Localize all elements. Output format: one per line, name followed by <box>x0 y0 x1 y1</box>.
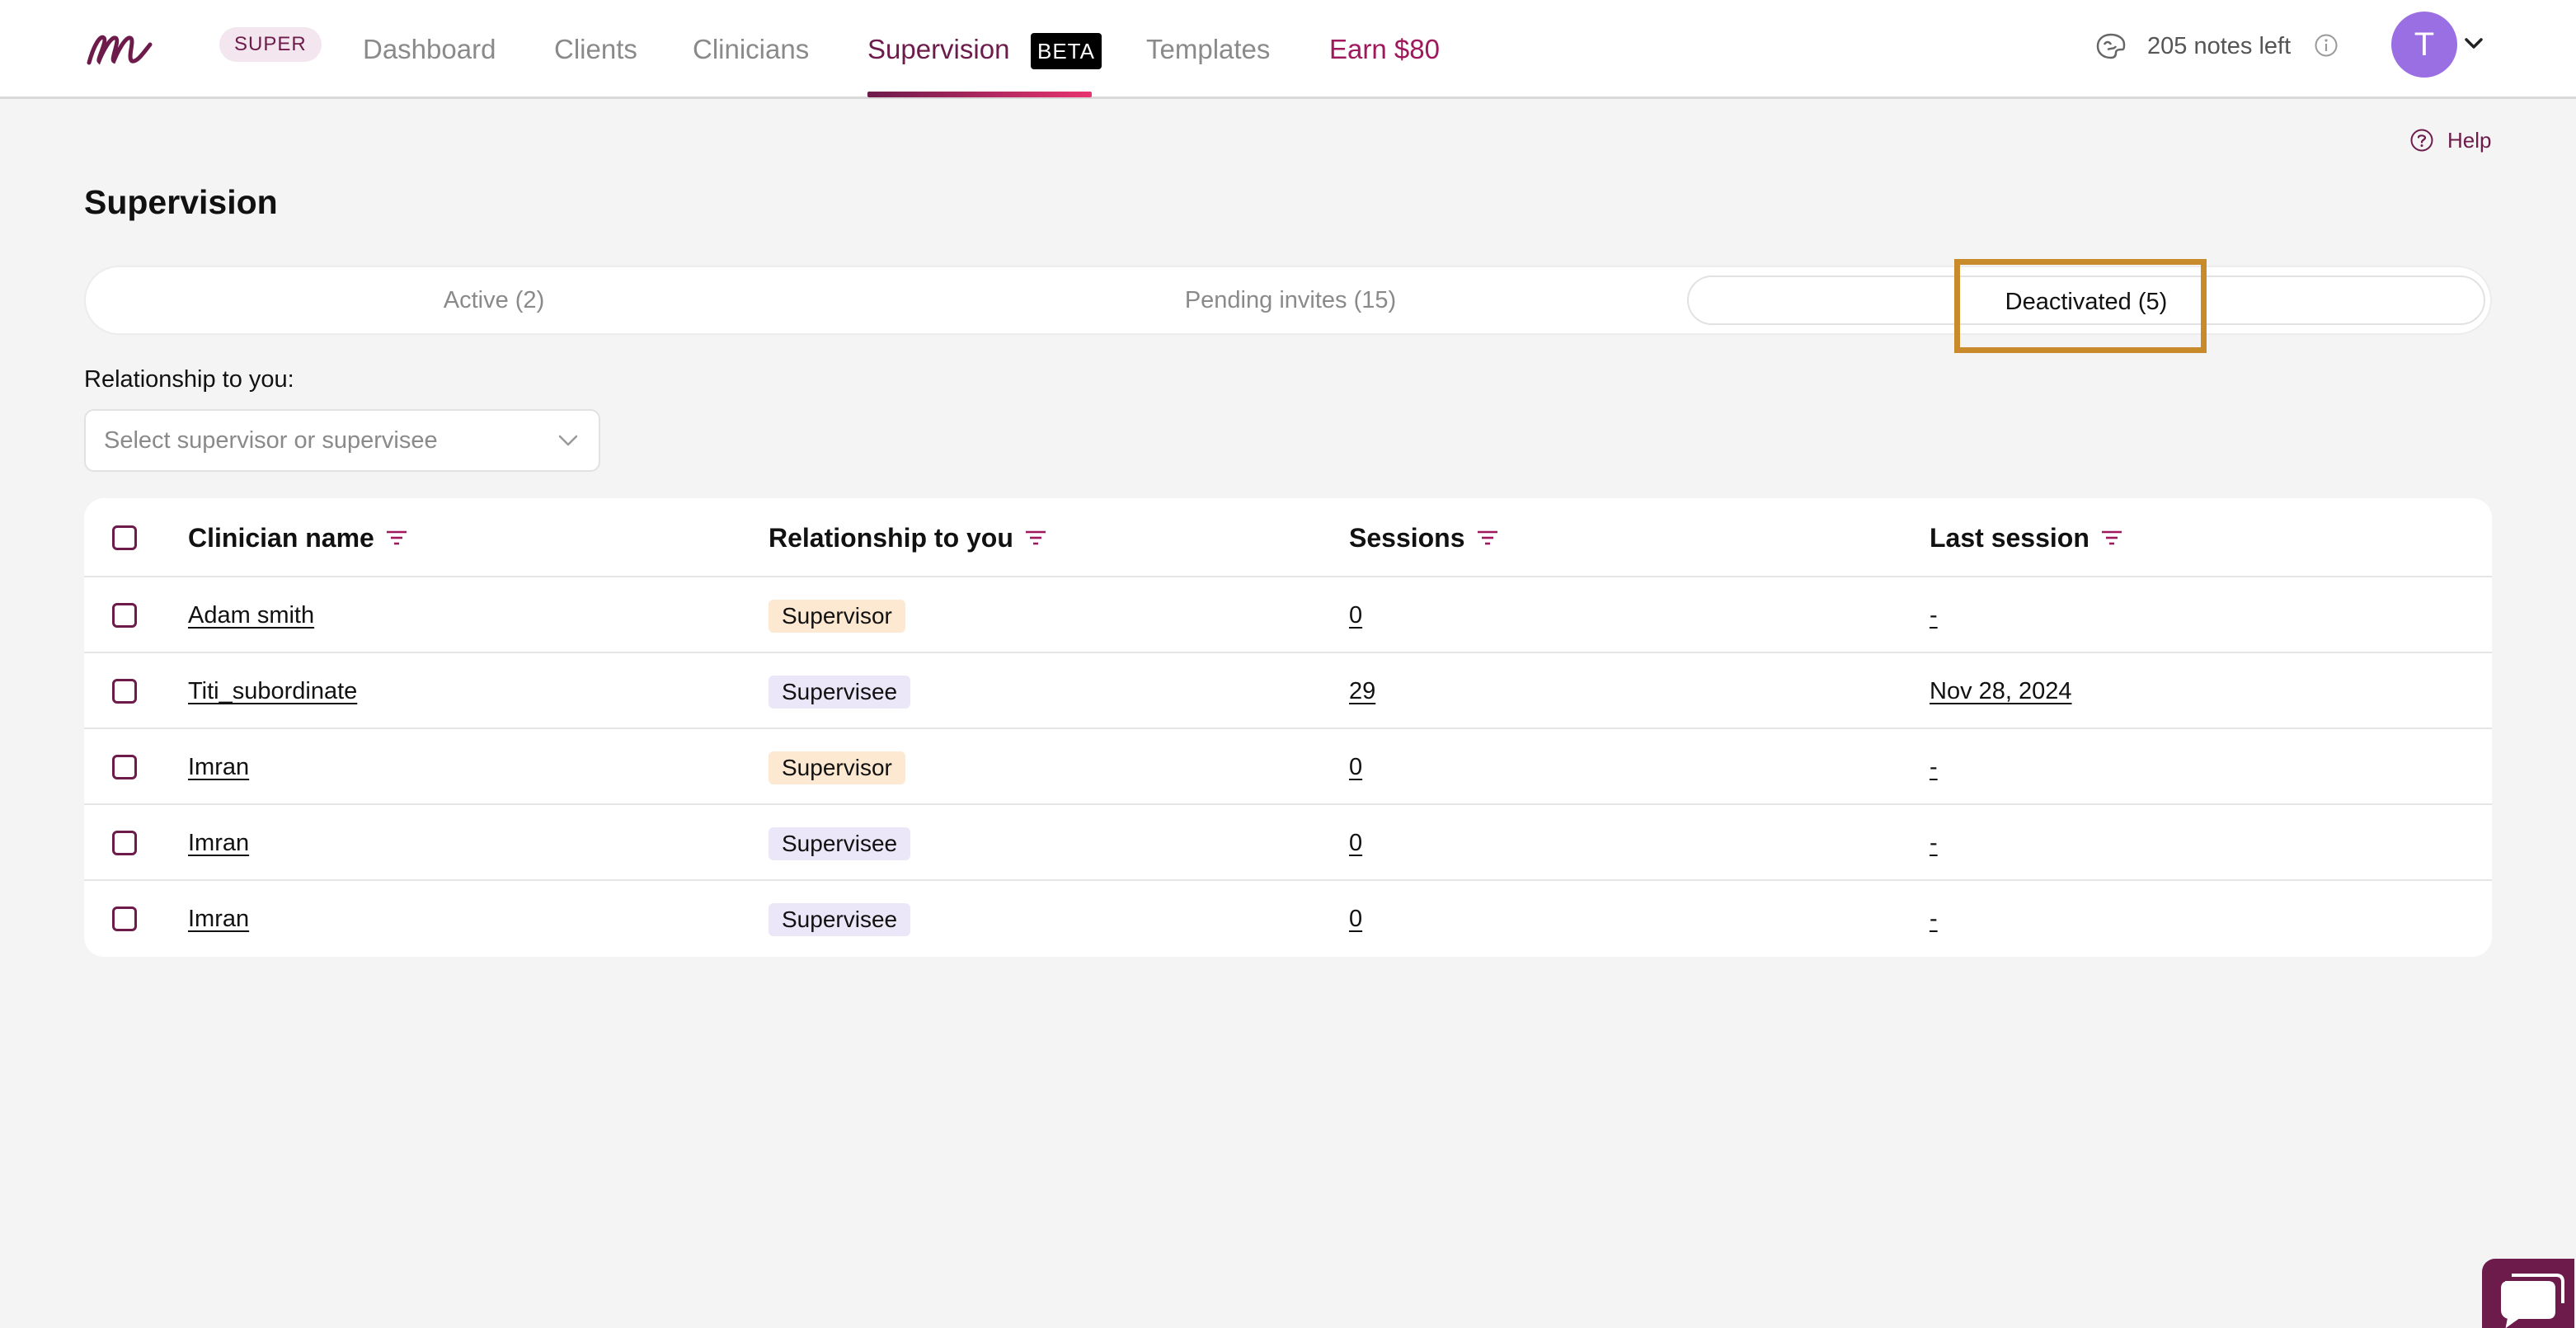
nav-dashboard[interactable]: Dashboard <box>363 0 496 99</box>
sort-icon[interactable] <box>1475 529 1500 547</box>
relationship-select[interactable]: Select supervisor or supervisee <box>84 409 600 472</box>
clinician-name-link[interactable]: Adam smith <box>188 577 314 653</box>
relationship-badge: Supervisee <box>769 676 911 709</box>
sort-icon[interactable] <box>384 529 409 547</box>
sessions-link[interactable]: 0 <box>1349 805 1362 881</box>
last-session-link[interactable]: - <box>1930 881 1938 957</box>
last-session-link[interactable]: - <box>1930 577 1938 653</box>
chevron-down-icon[interactable] <box>2464 35 2484 51</box>
sessions-link[interactable]: 0 <box>1349 729 1362 805</box>
nav-clients[interactable]: Clients <box>554 0 637 99</box>
table-row: Imran Supervisor 0 - <box>84 729 2492 805</box>
sessions-link[interactable]: 0 <box>1349 577 1362 653</box>
table-row: Adam smith Supervisor 0 - <box>84 577 2492 653</box>
clinicians-table: Clinician name Relationship to you Sessi… <box>84 498 2492 957</box>
chevron-down-icon <box>558 435 578 446</box>
row-checkbox[interactable] <box>112 907 137 931</box>
tab-pending-invites[interactable]: Pending invites (15) <box>891 275 1690 325</box>
column-relationship[interactable]: Relationship to you <box>769 498 1048 577</box>
sessions-link[interactable]: 0 <box>1349 881 1362 957</box>
tab-active[interactable]: Active (2) <box>94 275 894 325</box>
column-label: Relationship to you <box>769 523 1013 553</box>
notes-icon <box>2096 33 2126 59</box>
help-link[interactable]: Help <box>2409 125 2491 155</box>
chat-icon <box>2501 1274 2564 1328</box>
sort-icon[interactable] <box>1023 529 1048 547</box>
logo-icon[interactable] <box>86 20 155 69</box>
clinician-name-link[interactable]: Imran <box>188 805 249 881</box>
nav-templates[interactable]: Templates <box>1146 0 1270 99</box>
top-navigation: SUPER Dashboard Clients Clinicians Super… <box>0 0 2576 99</box>
avatar[interactable]: T <box>2391 12 2457 78</box>
column-label: Sessions <box>1349 523 1465 553</box>
sessions-link[interactable]: 29 <box>1349 653 1375 729</box>
table-header: Clinician name Relationship to you Sessi… <box>84 498 2492 577</box>
chat-launcher-button[interactable] <box>2482 1259 2574 1328</box>
table-row: Titi_subordinate Supervisee 29 Nov 28, 2… <box>84 653 2492 729</box>
info-icon[interactable] <box>2314 33 2339 58</box>
row-checkbox[interactable] <box>112 755 137 779</box>
notes-remaining: 205 notes left <box>2147 33 2292 59</box>
column-label: Clinician name <box>188 523 374 553</box>
plan-badge: SUPER <box>219 27 322 62</box>
select-all-checkbox[interactable] <box>112 525 137 550</box>
clinician-name-link[interactable]: Imran <box>188 881 249 957</box>
relationship-select-placeholder: Select supervisor or supervisee <box>104 427 438 454</box>
column-clinician-name[interactable]: Clinician name <box>188 498 409 577</box>
page-title: Supervision <box>84 183 278 221</box>
row-checkbox[interactable] <box>112 831 137 855</box>
nav-earn-referral[interactable]: Earn $80 <box>1329 0 1440 99</box>
column-last-session[interactable]: Last session <box>1930 498 2124 577</box>
relationship-filter-label: Relationship to you: <box>84 366 294 393</box>
table-row: Imran Supervisee 0 - <box>84 881 2492 957</box>
beta-badge: BETA <box>1031 33 1102 69</box>
relationship-badge: Supervisee <box>769 903 911 936</box>
last-session-link[interactable]: Nov 28, 2024 <box>1930 653 2072 729</box>
table-row: Imran Supervisee 0 - <box>84 805 2492 881</box>
nav-clinicians[interactable]: Clinicians <box>693 0 809 99</box>
row-checkbox[interactable] <box>112 679 137 704</box>
relationship-badge: Supervisor <box>769 751 905 784</box>
clinician-name-link[interactable]: Imran <box>188 729 249 805</box>
clinician-name-link[interactable]: Titi_subordinate <box>188 653 357 729</box>
highlight-annotation <box>1954 259 2207 353</box>
column-label: Last session <box>1930 523 2089 553</box>
help-icon <box>2410 129 2433 152</box>
last-session-link[interactable]: - <box>1930 805 1938 881</box>
relationship-badge: Supervisor <box>769 600 905 633</box>
last-session-link[interactable]: - <box>1930 729 1938 805</box>
nav-active-indicator <box>867 92 1092 97</box>
relationship-badge: Supervisee <box>769 827 911 860</box>
help-label: Help <box>2447 127 2492 153</box>
row-checkbox[interactable] <box>112 603 137 628</box>
column-sessions[interactable]: Sessions <box>1349 498 1500 577</box>
nav-supervision[interactable]: Supervision <box>867 0 1009 99</box>
sort-icon[interactable] <box>2099 529 2124 547</box>
